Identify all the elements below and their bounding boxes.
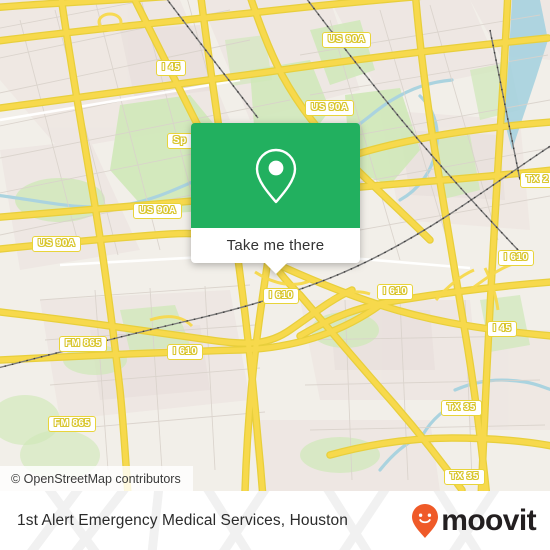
road-shield-label: I 45 [162, 62, 181, 73]
moovit-logo[interactable]: moovit [411, 503, 537, 539]
popup-header [191, 123, 360, 228]
road-shield: Sp [167, 133, 193, 149]
road-shield: I 610 [167, 344, 204, 360]
osm-attribution[interactable]: © OpenStreetMap contributors [0, 466, 193, 491]
road-shield-label: TX 35 [447, 402, 476, 413]
road-shield: TX 2 [520, 172, 550, 188]
road-shield-label: I 610 [383, 286, 408, 297]
footer-bar: 1st Alert Emergency Medical Services, Ho… [0, 491, 550, 550]
road-shield-label: US 90A [139, 205, 177, 216]
road-shield: TX 35 [444, 469, 485, 485]
road-shield-label: I 45 [493, 323, 512, 334]
road-shield-label: I 610 [269, 290, 294, 301]
road-shield: TX 35 [441, 400, 482, 416]
road-shield-label: I 610 [173, 346, 198, 357]
road-shield: FM 865 [48, 416, 97, 432]
road-shield: FM 865 [59, 336, 108, 352]
road-shield-label: TX 2 [526, 174, 549, 185]
road-shield-label: US 90A [311, 102, 349, 113]
road-shield: I 610 [377, 284, 414, 300]
road-shield: US 90A [322, 32, 372, 48]
map-pin-icon [255, 148, 296, 203]
popup-action-bar[interactable]: Take me there [191, 228, 360, 263]
place-title: 1st Alert Emergency Medical Services, Ho… [17, 511, 348, 529]
road-shield-label: FM 865 [65, 338, 102, 349]
road-shield-label: FM 865 [54, 418, 91, 429]
road-shield: US 90A [32, 236, 82, 252]
road-shield-label: US 90A [38, 238, 76, 249]
road-shield: I 45 [156, 60, 187, 76]
moovit-pin-icon [412, 503, 439, 538]
road-shield-label: Sp [173, 135, 187, 146]
road-shield-label: I 610 [504, 252, 529, 263]
popup-tail-pointer [264, 263, 287, 274]
moovit-wordmark: moovit [441, 503, 536, 537]
moovit-map-screenshot: US 90A I 45 US 90A Sp US 90A TX 2 US 90A I 610 I… [0, 0, 550, 550]
road-shield-label: US 90A [328, 34, 366, 45]
road-shield: US 90A [305, 100, 355, 116]
road-shield: I 610 [263, 288, 300, 304]
location-popup-card[interactable]: Take me there [191, 123, 360, 274]
road-shield-label: TX 35 [450, 471, 479, 482]
road-shield: I 610 [498, 250, 535, 266]
take-me-there-label: Take me there [226, 237, 325, 254]
road-shield: I 45 [487, 321, 518, 337]
road-shield: US 90A [133, 203, 183, 219]
